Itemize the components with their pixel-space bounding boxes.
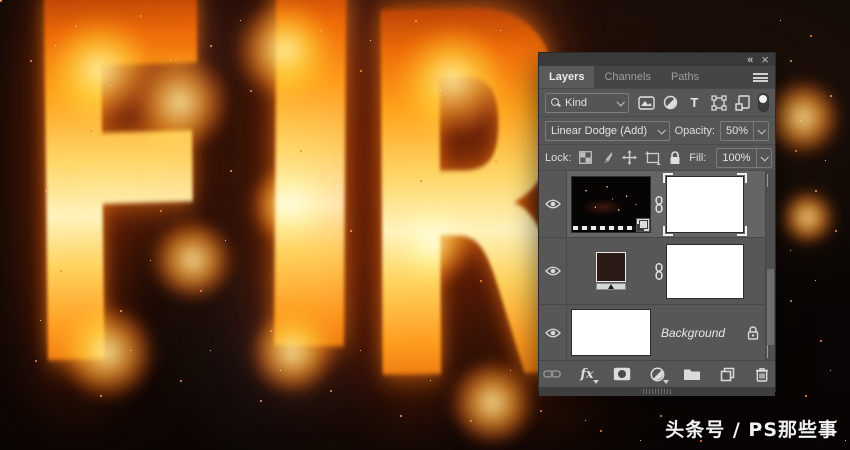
filter-kind-dropdown[interactable]: Kind — [545, 92, 629, 113]
flame-blob — [395, 25, 510, 135]
mask-link-icon[interactable] — [651, 262, 666, 280]
chevron-down-icon — [760, 152, 769, 162]
layer-list: Background — [539, 171, 775, 360]
link-layers-icon[interactable] — [542, 365, 562, 383]
background-layer-thumbnail[interactable] — [571, 309, 651, 356]
flame-blob — [150, 220, 235, 300]
thumbnail-dashed-strip — [573, 225, 637, 230]
mask-selection-corner — [737, 225, 747, 236]
opacity-value[interactable]: 50% — [721, 125, 753, 137]
layer-filter-row: Kind T — [539, 89, 775, 117]
layers-panel: « × Layers Channels Paths Kind T Linear … — [538, 52, 776, 396]
search-icon — [551, 98, 560, 107]
mask-selection-corner — [737, 172, 747, 183]
layer-row-smart-object[interactable] — [539, 171, 775, 238]
add-layer-mask-button[interactable] — [612, 365, 632, 383]
flame-blob — [250, 310, 335, 395]
panel-bottom-bar: fx — [539, 360, 775, 387]
filter-pixel-layers-icon[interactable] — [637, 94, 655, 112]
add-adjustment-layer-button[interactable] — [647, 365, 669, 384]
scroll-down-arrow[interactable] — [767, 345, 768, 358]
eye-icon — [544, 266, 561, 276]
mask-selection-corner — [663, 225, 673, 236]
filter-on-off-toggle[interactable] — [757, 93, 769, 112]
panel-menu-icon[interactable] — [753, 73, 768, 82]
layer-mask-thumbnail[interactable] — [666, 243, 744, 299]
smart-object-badge-icon — [636, 217, 650, 232]
lock-image-pixels-icon[interactable] — [600, 150, 614, 166]
flame-blob — [450, 360, 535, 445]
lock-position-icon[interactable] — [622, 150, 638, 166]
lock-artboard-nesting-icon[interactable] — [645, 150, 661, 166]
ember-sparks-small — [0, 0, 1, 1]
collapse-to-icons-icon[interactable]: « — [747, 54, 753, 65]
chevron-down-icon — [657, 125, 666, 135]
delete-layer-trash-button[interactable] — [752, 365, 772, 383]
new-layer-button[interactable] — [717, 365, 737, 383]
scroll-up-arrow[interactable] — [767, 174, 768, 187]
layer-name-background[interactable]: Background — [661, 326, 725, 340]
filter-adjustment-layers-icon[interactable] — [661, 94, 679, 112]
blend-mode-value: Linear Dodge (Add) — [551, 124, 648, 137]
lock-transparent-pixels-icon[interactable] — [579, 150, 593, 166]
layer-row-levels-adjustment[interactable] — [539, 238, 775, 305]
lock-row: Lock: Fill: 100% — [539, 145, 775, 171]
filter-type-icons: T — [635, 93, 769, 112]
fill-label: Fill: — [689, 151, 707, 164]
layer-mask-thumbnail-selected[interactable] — [663, 172, 747, 236]
mask-link-icon[interactable] — [651, 195, 666, 213]
flame-blob — [60, 305, 155, 400]
mask-selection-corner — [663, 172, 673, 183]
visibility-toggle[interactable] — [539, 238, 567, 304]
dropdown-triangle-icon — [663, 380, 669, 384]
tab-channels[interactable]: Channels — [594, 66, 660, 88]
background-lock-icon — [747, 325, 759, 340]
flame-blob — [780, 190, 835, 245]
visibility-toggle[interactable] — [539, 305, 567, 360]
fill-value[interactable]: 100% — [717, 152, 755, 164]
filter-shape-layers-icon[interactable] — [710, 94, 728, 112]
visibility-toggle[interactable] — [539, 171, 567, 237]
blend-mode-dropdown[interactable]: Linear Dodge (Add) — [545, 120, 670, 141]
tab-layers[interactable]: Layers — [539, 66, 595, 88]
dropdown-triangle-icon — [593, 380, 599, 384]
chevron-down-icon — [757, 125, 766, 135]
flame-blob — [250, 165, 330, 245]
new-group-folder-button[interactable] — [682, 365, 702, 383]
filter-kind-label: Kind — [565, 96, 588, 109]
filter-smart-objects-icon[interactable] — [734, 94, 752, 112]
layer-thumbnail-sparks[interactable] — [571, 175, 651, 233]
opacity-value-box[interactable]: 50% — [719, 120, 769, 141]
eye-icon — [544, 328, 561, 337]
eye-icon — [544, 199, 561, 209]
levels-slider-icon — [596, 283, 626, 290]
close-icon[interactable]: × — [761, 53, 769, 66]
opacity-label: Opacity: — [674, 124, 715, 137]
layer-style-fx-button[interactable]: fx — [577, 365, 599, 384]
layer-list-scrollbar[interactable] — [765, 171, 775, 360]
layer-row-background[interactable]: Background — [539, 305, 775, 360]
panel-tab-bar: Layers Channels Paths — [539, 66, 775, 89]
flame-blob — [390, 200, 475, 285]
filter-type-layers-icon[interactable]: T — [685, 94, 703, 112]
photoshop-canvas: F I R « × Layers Channels Paths — [0, 0, 850, 450]
adjustment-layer-thumbnail-levels[interactable] — [596, 252, 626, 290]
lock-label: Lock: — [545, 151, 572, 164]
blend-mode-row: Linear Dodge (Add) Opacity: 50% — [539, 117, 775, 145]
watermark-text: 头条号 / PS那些事 — [665, 419, 838, 441]
flame-blob — [765, 80, 840, 155]
lock-all-icon[interactable] — [669, 150, 681, 166]
flame-blob — [130, 55, 230, 150]
panel-resize-grip[interactable] — [539, 387, 775, 396]
panel-titlebar: « × — [539, 53, 775, 66]
tab-paths[interactable]: Paths — [661, 66, 709, 88]
fill-value-box[interactable]: 100% — [716, 147, 772, 168]
chevron-down-icon — [616, 97, 625, 107]
flame-blob — [235, 0, 335, 100]
scrollbar-thumb[interactable] — [767, 269, 774, 345]
